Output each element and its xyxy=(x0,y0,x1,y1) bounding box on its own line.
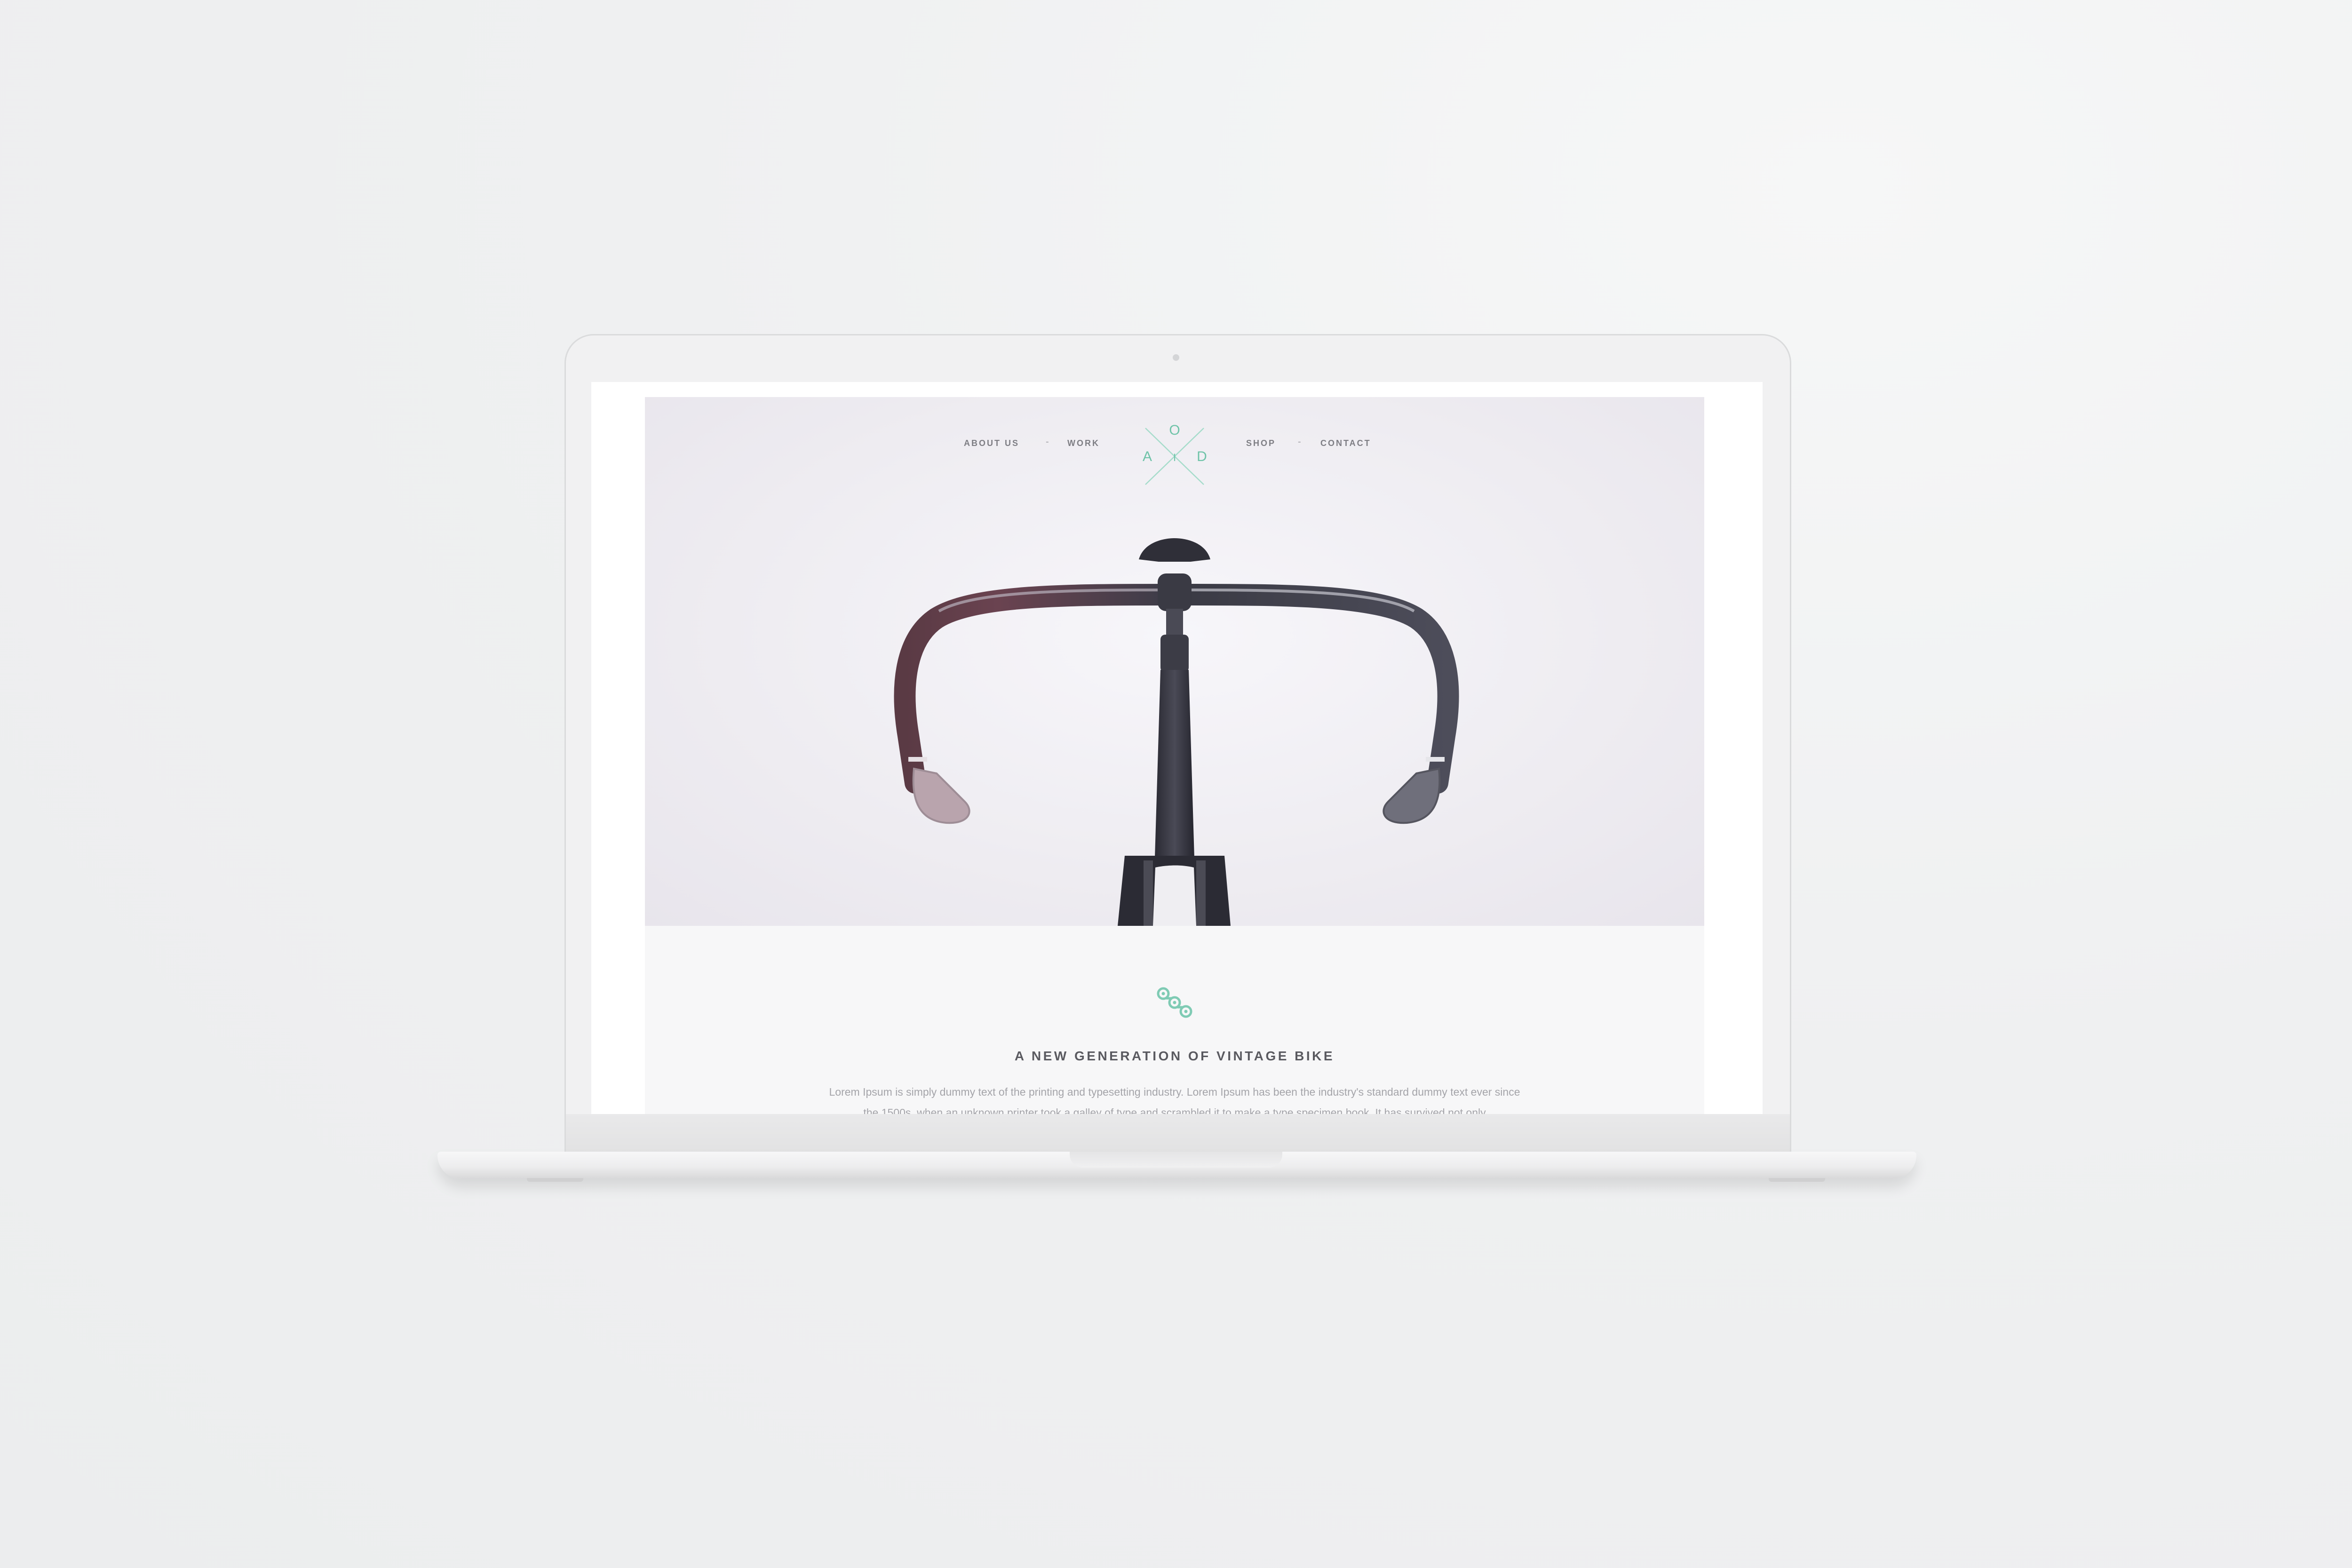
hero-section: ABOUT US - WORK O A I D SHOP - CONTACT xyxy=(645,397,1704,926)
laptop-foot xyxy=(527,1178,583,1182)
nav-shop[interactable]: SHOP xyxy=(1246,438,1276,448)
nav-separator: - xyxy=(1046,437,1049,447)
section-body-text: Lorem Ipsum is simply dummy text of the … xyxy=(829,1086,1520,1114)
laptop-foot xyxy=(1769,1178,1825,1182)
laptop-opening-notch xyxy=(1070,1152,1282,1168)
logo-letter-left: A xyxy=(1143,449,1152,464)
nav-contact[interactable]: CONTACT xyxy=(1320,438,1371,448)
logo-letter-top: O xyxy=(1169,422,1180,438)
section-headline: A NEW GENERATION OF VINTAGE BIKE xyxy=(1014,1049,1335,1063)
nav-about-us[interactable]: ABOUT US xyxy=(964,438,1019,448)
laptop-bezel-chin xyxy=(566,1114,1790,1153)
logo-letter-center: I xyxy=(1173,452,1176,463)
website: ABOUT US - WORK O A I D SHOP - CONTACT A… xyxy=(645,397,1704,1114)
site-logo[interactable]: O A I D xyxy=(1137,419,1212,489)
camera-icon xyxy=(1173,354,1179,361)
bike-chain-icon xyxy=(1157,987,1192,1018)
nav-separator: - xyxy=(1298,437,1301,447)
nav-work[interactable]: WORK xyxy=(1067,438,1100,448)
mockup-background: ABOUT US - WORK O A I D SHOP - CONTACT A… xyxy=(0,0,2352,1568)
laptop-screen: ABOUT US - WORK O A I D SHOP - CONTACT A… xyxy=(591,382,1763,1114)
logo-letter-right: D xyxy=(1197,449,1207,464)
